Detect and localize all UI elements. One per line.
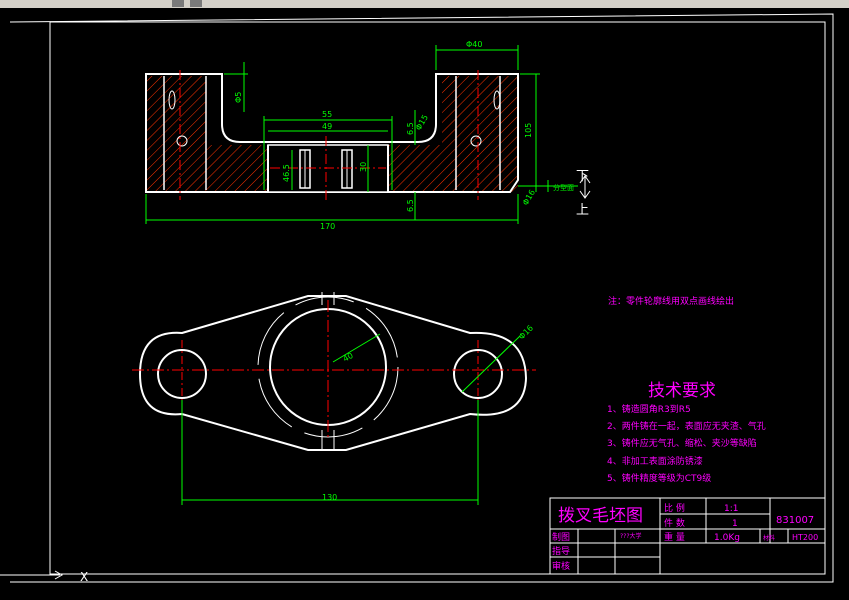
parting-labels: 下 上 分型面 xyxy=(553,169,589,218)
dim-130: 130 xyxy=(322,493,337,502)
weight-label: 重 量 xyxy=(664,531,685,543)
drawing-title: 拨叉毛坯图 xyxy=(558,506,643,526)
dim-30: 30 xyxy=(359,162,368,172)
cad-drawing-canvas[interactable]: X 170 55 49 Φ40 105 Φ5 30 46.5 6.5 6.5 Φ… xyxy=(0,8,849,600)
tech-item: 2、两件铸在一起，表面应无夹渣、气孔 xyxy=(607,420,766,432)
dim-phi5: Φ5 xyxy=(234,92,243,103)
weight-value: 1.0Kg xyxy=(714,533,740,543)
material-label: 材料 xyxy=(763,534,775,542)
title-block-text: 拨叉毛坯图 比 例 1:1 件 数 1 831007 重 量 1.0Kg 材料 … xyxy=(552,502,818,572)
note-text: 注：零件轮廓线用双点画线绘出 xyxy=(608,295,734,307)
dim-46-5: 46.5 xyxy=(282,164,291,182)
front-section-view xyxy=(145,70,519,200)
review-label: 审核 xyxy=(552,560,570,572)
scale-value: 1:1 xyxy=(724,504,738,514)
tech-requirements-list: 1、铸造圆角R3到R5 2、两件铸在一起，表面应无夹渣、气孔 3、铸件应无气孔、… xyxy=(607,403,766,484)
dim-55: 55 xyxy=(322,110,332,119)
dim-phi16: Φ16 xyxy=(517,323,535,341)
toolbar-icon[interactable] xyxy=(172,0,184,7)
dim-phi15: Φ15 xyxy=(414,113,430,132)
top-view xyxy=(132,292,536,451)
dim-6-5-top: 6.5 xyxy=(406,122,415,135)
dim-49: 49 xyxy=(322,122,332,131)
check-label: 指导 xyxy=(552,545,570,557)
scale-label: 比 例 xyxy=(664,502,685,514)
count-value: 1 xyxy=(732,519,738,529)
dim-phi40: Φ40 xyxy=(466,40,482,49)
tech-item: 5、铸件精度等级为CT9级 xyxy=(607,472,711,484)
dim-phi16-front: Φ16 xyxy=(521,188,537,207)
drawing-number: 831007 xyxy=(776,515,814,526)
dim-r40: 40 xyxy=(342,351,355,364)
dim-170: 170 xyxy=(320,222,335,231)
label-parting-surface: 分型面 xyxy=(553,183,574,192)
tech-requirements-title: 技术要求 xyxy=(648,381,716,401)
toolbar-icon[interactable] xyxy=(190,0,202,7)
count-label: 件 数 xyxy=(664,517,685,529)
tech-item: 1、铸造圆角R3到R5 xyxy=(607,403,691,415)
label-down: 下 xyxy=(576,169,589,184)
label-up: 上 xyxy=(576,203,589,218)
drawn-by-label: 制图 xyxy=(552,531,570,543)
dim-105: 105 xyxy=(524,123,533,138)
school-name: ???大学 xyxy=(620,532,642,540)
toolbar-strip xyxy=(0,0,849,8)
dim-6-5-bottom: 6.5 xyxy=(406,199,415,212)
material-value: HT200 xyxy=(792,533,818,542)
tech-item: 4、非加工表面涂防锈漆 xyxy=(607,455,703,467)
tech-item: 3、铸件应无气孔、缩松、夹沙等缺陷 xyxy=(607,437,757,449)
svg-text:X: X xyxy=(80,570,88,584)
